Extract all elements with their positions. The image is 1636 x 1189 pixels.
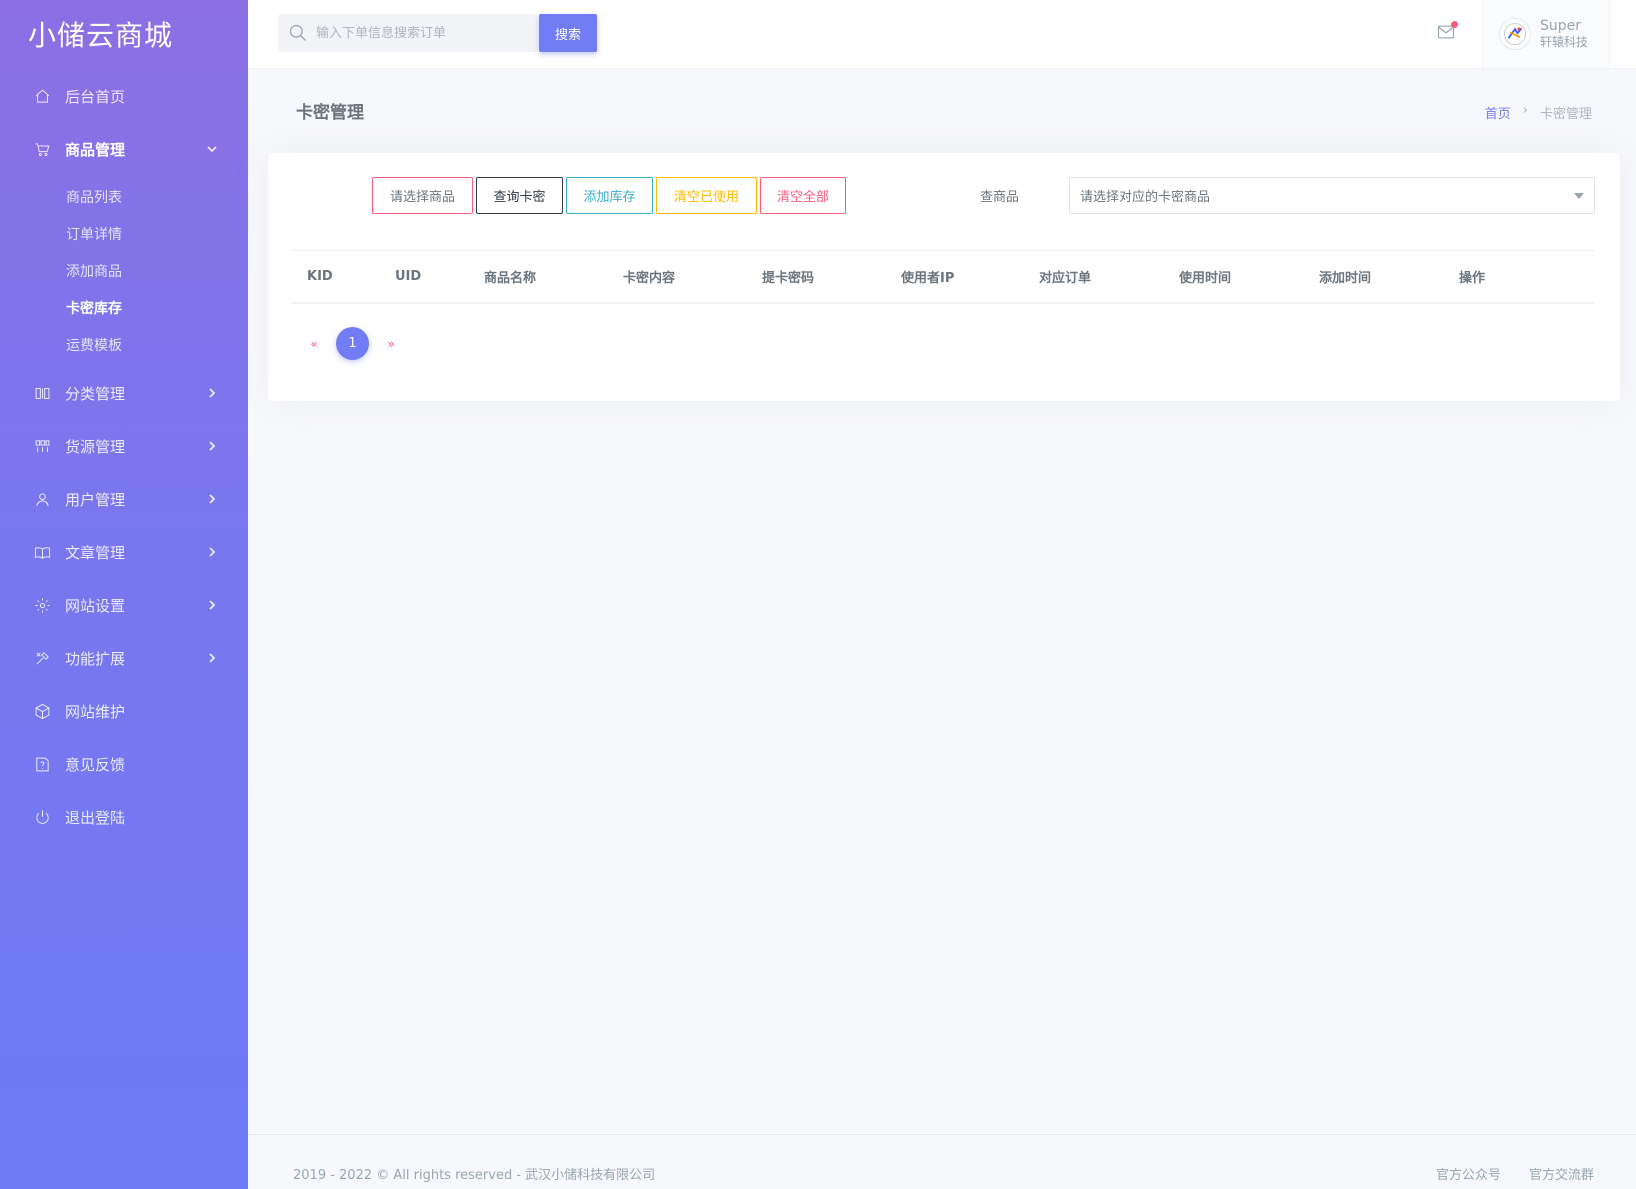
book-icon [33,544,51,562]
sidebar-item-label: 网站设置 [65,597,126,615]
grid-icon [33,438,51,456]
sidebar-item-home[interactable]: 后台首页 [0,70,248,123]
goods-filter-value: 请选择对应的卡密商品 [1080,190,1211,205]
page-title: 卡密管理 [296,103,364,123]
sidebar-item-supply[interactable]: 货源管理 [0,420,248,473]
footer-link-official-account[interactable]: 官方公众号 [1436,1164,1501,1183]
column-header-pickup-password: 提卡密码 [762,270,815,286]
sidebar-item-label: 分类管理 [65,385,126,403]
column-header-user-ip: 使用者IP [901,270,955,286]
search-button[interactable]: 搜索 [539,14,597,52]
pagination-prev[interactable]: « [300,337,328,351]
user-company: 轩辕科技 [1540,35,1589,49]
sidebar-item-goods[interactable]: 商品管理 [0,123,248,176]
goods-subnav: 商品列表 订单详情 添加商品 卡密库存 运费模板 [0,176,248,367]
table-header-row: KID UID 商品名称 卡密内容 提卡密码 使用者IP 对应订单 使用时间 添… [292,251,1595,303]
column-header-uid: UID [395,268,422,284]
sidebar-nav: 后台首页 商品管理 商品列表 订单详情 添加商品 卡密库存 运费模板 分类管理 … [0,70,248,844]
footer-link-community-group[interactable]: 官方交流群 [1529,1164,1594,1183]
column-header-kid: KID [307,268,333,284]
search-input[interactable] [316,25,536,41]
sidebar-item-feedback[interactable]: 意见反馈 [0,738,248,791]
user-icon [33,491,51,509]
sidebar-item-articles[interactable]: 文章管理 [0,526,248,579]
sidebar-item-category[interactable]: 分类管理 [0,367,248,420]
select-goods-button[interactable]: 请选择商品 [372,177,473,214]
column-header-card-content: 卡密内容 [623,270,676,286]
card-table: KID UID 商品名称 卡密内容 提卡密码 使用者IP 对应订单 使用时间 添… [292,250,1595,304]
breadcrumb-home[interactable]: 首页 [1485,103,1511,122]
home-icon [33,88,51,106]
pagination-page[interactable]: 1 [336,327,369,360]
sidebar-item-extensions[interactable]: 功能扩展 [0,632,248,685]
column-header-order: 对应订单 [1039,270,1092,286]
breadcrumb-current: 卡密管理 [1539,107,1592,122]
footer: 2019 - 2022 © All rights reserved - 武汉小储… [248,1134,1636,1189]
pagination: « 1 » [300,327,405,360]
box-icon [33,703,51,721]
feedback-icon [33,756,51,774]
footer-links: 官方公众号 官方交流群 [1436,1164,1594,1183]
sidebar: 小储云商城 后台首页 商品管理 商品列表 订单详情 添加商品 卡密库存 运费模板… [0,0,248,1189]
clear-used-button[interactable]: 清空已使用 [656,177,757,214]
column-header-used-time: 使用时间 [1179,270,1232,286]
columns-icon [33,385,51,403]
sidebar-item-label: 文章管理 [65,544,126,562]
sidebar-subitem-card-stock[interactable]: 卡密库存 [0,289,248,326]
add-stock-button[interactable]: 添加库存 [566,177,653,214]
cart-icon [33,141,51,159]
avatar [1499,18,1531,50]
sidebar-item-label: 退出登陆 [65,809,126,827]
sidebar-item-label: 网站维护 [65,703,126,721]
sidebar-subitem-order-details[interactable]: 订单详情 [0,215,248,252]
sidebar-item-label: 商品管理 [65,141,126,159]
goods-filter-select[interactable]: 请选择对应的卡密商品 [1069,177,1595,214]
sidebar-subitem-shipping-template[interactable]: 运费模板 [0,326,248,363]
tools-icon [33,650,51,668]
brand-logo[interactable]: 小储云商城 [0,0,248,68]
sidebar-item-label: 后台首页 [65,88,126,106]
chevron-right-icon [206,438,218,456]
sidebar-subitem-add-goods[interactable]: 添加商品 [0,252,248,289]
chevron-down-icon [206,141,218,159]
goods-filter-label: 查商品 [980,190,1020,205]
chevron-right-icon [206,650,218,668]
sidebar-item-maintenance[interactable]: 网站维护 [0,685,248,738]
search-box [278,14,538,52]
gear-icon [33,597,51,615]
topbar: 搜索 Super 轩辕科技 [248,0,1636,68]
mail-icon[interactable] [1436,21,1458,44]
user-info: Super 轩辕科技 [1540,18,1588,50]
power-icon [33,809,51,827]
caret-down-icon [1574,193,1584,199]
column-header-added-time: 添加时间 [1319,270,1372,286]
copyright: 2019 - 2022 © All rights reserved - 武汉小储… [293,1168,656,1183]
sidebar-item-logout[interactable]: 退出登陆 [0,791,248,844]
query-card-button[interactable]: 查询卡密 [476,177,563,214]
user-name: Super [1540,18,1582,34]
sidebar-item-label: 功能扩展 [65,650,126,668]
user-menu[interactable]: Super 轩辕科技 [1482,0,1610,68]
chevron-right-icon [206,491,218,509]
breadcrumb: 首页 › 卡密管理 [1485,103,1592,122]
column-header-goods-name: 商品名称 [484,270,537,286]
chevron-right-icon [206,544,218,562]
breadcrumb-separator: › [1522,103,1528,118]
sidebar-subitem-goods-list[interactable]: 商品列表 [0,178,248,215]
notification-dot [1451,21,1458,28]
column-header-actions: 操作 [1459,270,1486,286]
search-icon [289,24,306,41]
sidebar-item-settings[interactable]: 网站设置 [0,579,248,632]
sidebar-item-label: 货源管理 [65,438,126,456]
sidebar-item-users[interactable]: 用户管理 [0,473,248,526]
clear-all-button[interactable]: 清空全部 [760,177,846,214]
sidebar-item-label: 用户管理 [65,491,126,509]
chevron-right-icon [206,597,218,615]
chevron-right-icon [206,385,218,403]
pagination-next[interactable]: » [377,337,405,351]
card-management-panel: 请选择商品 查询卡密 添加库存 清空已使用 清空全部 查商品 请选择对应的卡密商… [268,153,1620,401]
sidebar-item-label: 意见反馈 [65,756,126,774]
